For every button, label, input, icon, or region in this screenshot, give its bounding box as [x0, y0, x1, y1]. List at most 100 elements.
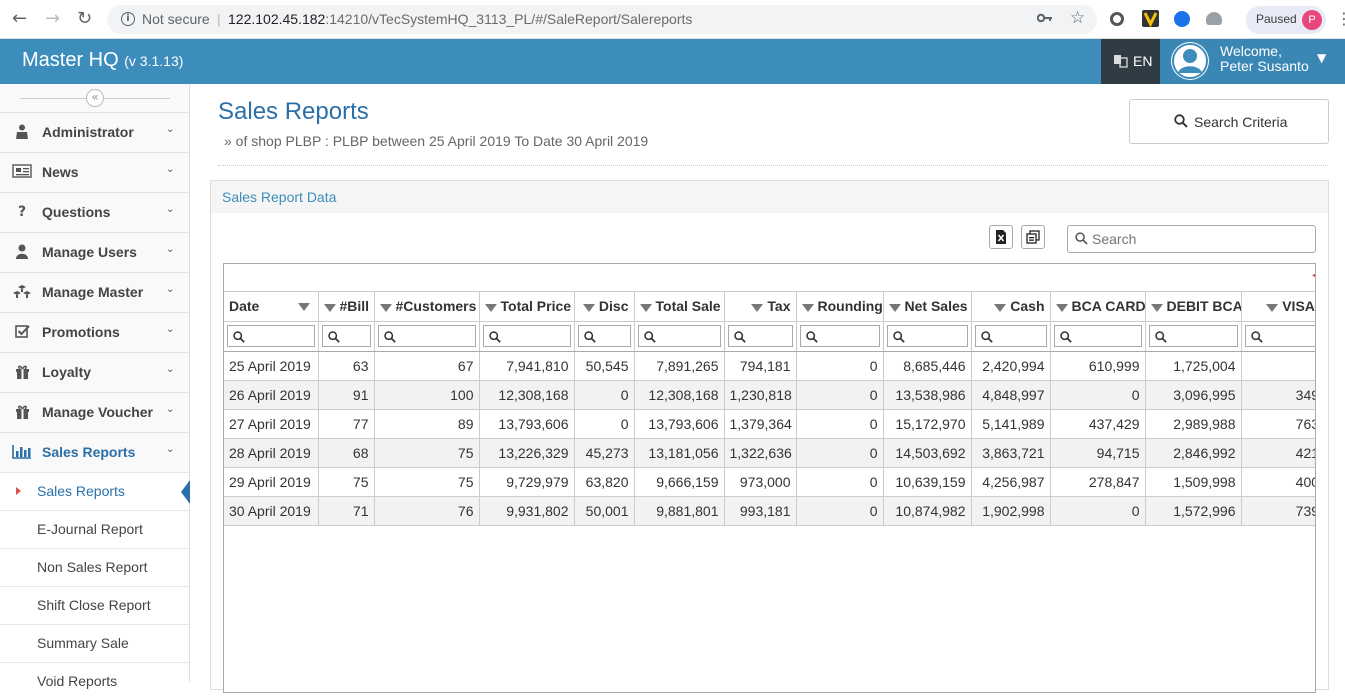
back-icon[interactable]: ←: [12, 9, 27, 29]
table-cell: 29 April 2019: [224, 467, 319, 497]
extension-bookmark-icon[interactable]: [1174, 11, 1190, 27]
table-cell: 13,793,606: [479, 409, 575, 439]
column-filter-input[interactable]: [1244, 325, 1315, 347]
sidebar-item-manage-voucher[interactable]: Manage Voucher ⌄: [0, 392, 189, 432]
filter-funnel-icon[interactable]: [751, 303, 764, 312]
grid-search-input[interactable]: [1092, 229, 1310, 249]
sidebar-item-administrator[interactable]: Administrator ⌄: [0, 112, 189, 152]
key-icon[interactable]: [1036, 10, 1053, 26]
sales-reports-submenu: Sales Reports E-Journal Report Non Sales…: [0, 472, 190, 700]
column-header-label: Date: [229, 298, 260, 315]
filter-funnel-icon[interactable]: [994, 303, 1007, 312]
column-header[interactable]: VISA BC: [1241, 292, 1315, 322]
search-criteria-button[interactable]: Search Criteria: [1129, 99, 1329, 144]
sidebar-item-news[interactable]: News ⌄: [0, 152, 189, 192]
search-icon: [980, 330, 993, 346]
column-header[interactable]: Tax: [724, 292, 797, 322]
bookmark-star-icon[interactable]: ☆: [1070, 8, 1085, 28]
caret-down-icon[interactable]: ▼: [1317, 51, 1326, 65]
filter-funnel-icon[interactable]: [1266, 303, 1279, 312]
filter-funnel-icon[interactable]: [801, 303, 814, 312]
column-filter-input[interactable]: [1148, 325, 1238, 347]
grid-search-box[interactable]: [1067, 225, 1316, 253]
column-header[interactable]: Net Sales: [883, 292, 972, 322]
table-row[interactable]: 26 April 2019 91 100 12,308,168 0 12,308,168 1…: [224, 380, 1315, 410]
filter-funnel-icon[interactable]: [323, 303, 336, 312]
filter-funnel-icon[interactable]: [297, 303, 310, 311]
table-cell: 12,308,168: [479, 380, 575, 410]
column-filter-input[interactable]: [727, 325, 793, 347]
column-filter-input[interactable]: [974, 325, 1047, 347]
table-row[interactable]: 27 April 2019 77 89 13,793,606 0 13,793,606 1,…: [224, 409, 1315, 439]
table-row[interactable]: 29 April 2019 75 75 9,729,979 63,820 9,666,15…: [224, 467, 1315, 497]
url-text[interactable]: 122.102.45.182:14210/vTecSystemHQ_3113_P…: [228, 11, 692, 27]
column-header[interactable]: BCA CARD: [1050, 292, 1146, 322]
column-header[interactable]: Date: [224, 292, 319, 322]
column-header-label: Rounding: [817, 298, 883, 315]
column-filter-input[interactable]: [577, 325, 631, 347]
filter-funnel-icon[interactable]: [1150, 303, 1163, 312]
sub-item-label: Summary Sale: [37, 635, 129, 651]
filter-funnel-icon[interactable]: [1055, 303, 1068, 312]
column-filter-input[interactable]: [482, 325, 571, 347]
column-header[interactable]: #Bill: [318, 292, 375, 322]
column-header[interactable]: Rounding: [796, 292, 884, 322]
sidebar-item-promotions[interactable]: Promotions ⌄: [0, 312, 189, 352]
user-menu[interactable]: Welcome, Peter Susanto ▼: [1160, 39, 1345, 84]
language-switcher[interactable]: EN: [1101, 39, 1160, 84]
kebab-menu-icon[interactable]: ⋮: [1336, 9, 1345, 28]
sub-item-e-journal-report[interactable]: E-Journal Report: [0, 510, 189, 548]
extension-v-icon[interactable]: [1142, 10, 1159, 28]
collapse-sidebar-icon[interactable]: «: [86, 89, 104, 107]
language-label: EN: [1133, 53, 1153, 69]
filter-funnel-icon[interactable]: [639, 303, 652, 312]
column-filter-input[interactable]: [321, 325, 371, 347]
profile-paused-button[interactable]: Paused P: [1246, 6, 1326, 34]
table-row[interactable]: 25 April 2019 63 67 7,941,810 50,545 7,891,26…: [224, 351, 1315, 381]
filter-funnel-icon[interactable]: [484, 303, 497, 312]
filter-funnel-icon[interactable]: [582, 303, 595, 312]
table-cell: 76: [374, 496, 480, 526]
sub-item-summary-sale[interactable]: Summary Sale: [0, 624, 189, 662]
sidebar-item-questions[interactable]: ? Questions ⌄: [0, 192, 189, 232]
filter-funnel-icon[interactable]: [379, 303, 392, 312]
extension-circle-icon[interactable]: [1110, 12, 1124, 26]
table-cell: 14,503,692: [883, 438, 972, 468]
url-host: 122.102.45.182: [228, 11, 326, 27]
table-row[interactable]: 30 April 2019 71 76 9,931,802 50,001 9,881,80…: [224, 496, 1315, 526]
column-header[interactable]: DEBIT BCA: [1145, 292, 1242, 322]
column-header[interactable]: Total Sale: [634, 292, 725, 322]
column-chooser-button[interactable]: [1021, 225, 1045, 249]
sub-item-shift-close-report[interactable]: Shift Close Report: [0, 586, 189, 624]
sidebar-item-manage-master[interactable]: Manage Master ⌄: [0, 272, 189, 312]
extension-cloud-icon[interactable]: [1206, 12, 1222, 25]
sidebar-item-sales-reports[interactable]: Sales Reports ⌄: [0, 432, 189, 472]
reload-icon[interactable]: ↻: [77, 9, 92, 29]
sub-item-void-reports[interactable]: Void Reports: [0, 662, 189, 700]
sidebar-item-loyalty[interactable]: Loyalty ⌄: [0, 352, 189, 392]
forward-icon[interactable]: →: [45, 9, 60, 29]
table-cell: 1,902,998: [971, 496, 1051, 526]
column-header[interactable]: Disc: [574, 292, 635, 322]
table-row[interactable]: 28 April 2019 68 75 13,226,329 45,273 13,181,…: [224, 438, 1315, 468]
column-filter-input[interactable]: [1053, 325, 1142, 347]
filter-funnel-icon[interactable]: [888, 303, 901, 312]
column-header[interactable]: #Customers: [374, 292, 480, 322]
column-filter-input[interactable]: [886, 325, 968, 347]
table-cell: 9,881,801: [634, 496, 725, 526]
column-header[interactable]: Cash: [971, 292, 1051, 322]
column-header[interactable]: Total Price: [479, 292, 575, 322]
column-filter-input[interactable]: [377, 325, 476, 347]
column-filter-input[interactable]: [637, 325, 721, 347]
sidebar-item-manage-users[interactable]: Manage Users ⌄: [0, 232, 189, 272]
brand[interactable]: Master HQ (v 3.1.13): [22, 49, 183, 72]
info-icon[interactable]: i: [121, 12, 135, 26]
column-filter-input[interactable]: [227, 325, 315, 347]
column-filter-cell: [634, 321, 725, 352]
sub-item-non-sales-report[interactable]: Non Sales Report: [0, 548, 189, 586]
table-cell: 63,820: [574, 467, 635, 497]
address-bar[interactable]: i Not secure | 122.102.45.182:14210/vTec…: [107, 5, 1097, 34]
export-excel-button[interactable]: [989, 225, 1013, 249]
column-filter-input[interactable]: [799, 325, 880, 347]
sub-item-sales-reports[interactable]: Sales Reports: [0, 472, 190, 510]
